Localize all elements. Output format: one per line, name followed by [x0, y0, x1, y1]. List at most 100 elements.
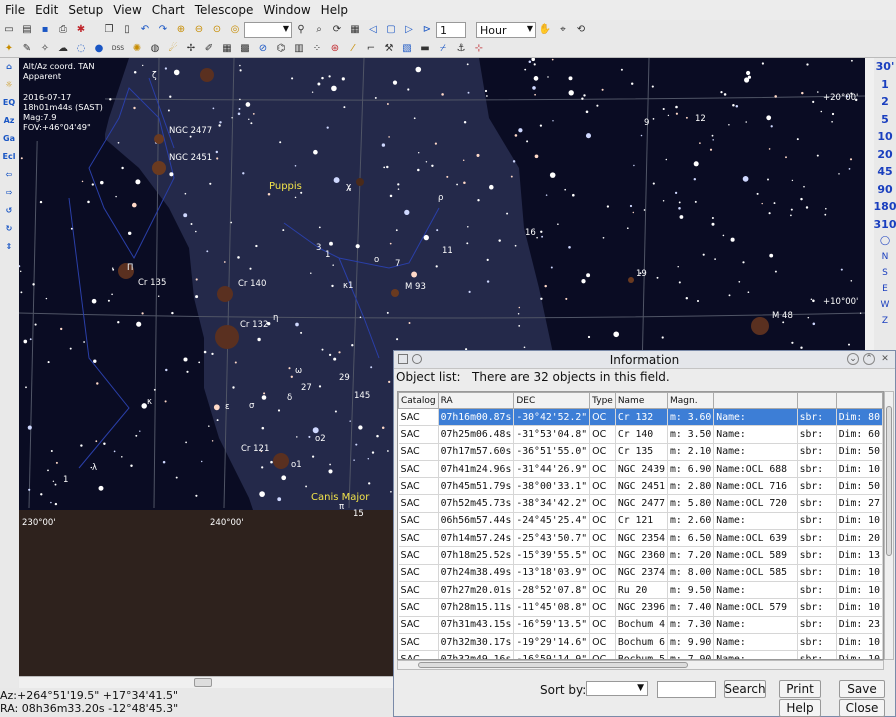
asteroid-icon[interactable]: ✢ [184, 42, 198, 56]
galaxy-icon[interactable]: ✧ [38, 42, 52, 56]
step-forward-icon[interactable]: ▷ [402, 23, 416, 37]
home-icon[interactable]: ⌂ [2, 60, 16, 74]
sort-by-select[interactable]: ▼ [586, 681, 648, 696]
projection-gal-button[interactable]: Ga [2, 132, 16, 146]
open-icon[interactable]: ▤ [20, 23, 34, 37]
table-row[interactable]: SAC 07h28m15.11s -11°45'08.8" OC NGC 2396 m: … [398, 598, 883, 617]
scale-icon[interactable]: ⌐ [364, 42, 378, 56]
table-row[interactable]: SAC 07h32m49.16s -16°59'14.9" OC Bochum 5 m: … [398, 650, 883, 659]
table-row[interactable]: SAC 07h18m25.52s -15°39'55.5" OC NGC 2360 m: … [398, 546, 883, 565]
table-row[interactable]: SAC 07h16m00.87s -30°42'52.2" OC Cr 132 m: 3.… [398, 408, 883, 427]
table-row[interactable]: SAC 07h25m06.48s -31°53'04.8" OC Cr 140 m: 3.… [398, 425, 883, 444]
zoom-30min-button[interactable]: 30' [876, 58, 895, 76]
window-icon[interactable]: ▯ [120, 23, 134, 37]
telescope-icon[interactable]: ⌿ [436, 42, 450, 56]
zoom-10-button[interactable]: 10 [877, 128, 892, 146]
object-table[interactable]: Catalog RA DEC Type Name Magn. SAC 07h16m… [397, 391, 884, 660]
search-input[interactable] [657, 681, 716, 698]
fast-forward-icon[interactable]: ⊳ [420, 23, 434, 37]
save-icon[interactable]: ▪ [38, 23, 52, 37]
col-name[interactable]: Name [614, 392, 669, 409]
view-west-button[interactable]: W [881, 297, 890, 313]
grid-altaz-icon[interactable]: ▩ [238, 42, 252, 56]
menu-help[interactable]: Help [316, 3, 353, 17]
flip-icon[interactable]: ▬ [418, 42, 432, 56]
redo-icon[interactable]: ↷ [156, 23, 170, 37]
nebula-icon[interactable]: ☁ [56, 42, 70, 56]
close-button[interactable]: Close [839, 699, 885, 717]
col-extra2[interactable] [796, 392, 837, 409]
view-north-button[interactable]: N [882, 249, 889, 265]
maximize-icon[interactable]: ⌃ [863, 353, 875, 365]
zoom-1-button[interactable]: 1 [881, 76, 889, 94]
col-extra3[interactable] [835, 392, 883, 409]
zoom-in-icon[interactable]: ⊕ [174, 23, 188, 37]
sun-icon[interactable]: ☼ [2, 78, 16, 92]
arrow-left-icon[interactable]: ⇦ [2, 168, 16, 182]
table-row[interactable]: SAC 07h52m45.73s -38°34'42.2" OC NGC 2477 m: … [398, 494, 883, 513]
zoom-180-button[interactable]: 180 [874, 198, 896, 216]
menu-window[interactable]: Window [258, 3, 315, 17]
window-titlebar[interactable]: Information ⌄ ⌃ ✕ [394, 351, 895, 369]
menu-file[interactable]: File [0, 3, 30, 17]
save-button[interactable]: Save [839, 680, 885, 698]
zoom-combo[interactable]: ▼ [244, 22, 292, 38]
table-row[interactable]: SAC 07h17m57.60s -36°51'55.0" OC Cr 135 m: 2.… [398, 443, 883, 461]
zoom-20-button[interactable]: 20 [877, 146, 892, 164]
chart-horizontal-scrollbar[interactable] [19, 676, 393, 688]
table-row[interactable]: SAC 06h56m57.44s -24°45'25.4" OC Cr 121 m: 2.… [398, 512, 883, 531]
grid-eq-icon[interactable]: ▦ [220, 42, 234, 56]
projection-az-button[interactable]: Az [2, 114, 16, 128]
col-extra1[interactable] [713, 392, 798, 409]
help-button[interactable]: Help [779, 699, 821, 717]
table-row[interactable]: SAC 07h41m24.96s -31°44'26.9" OC NGC 2439 m: … [398, 460, 883, 479]
col-type[interactable]: Type [589, 392, 616, 409]
col-catalog[interactable]: Catalog [398, 392, 439, 409]
pen-icon[interactable]: ✐ [202, 42, 216, 56]
table-row[interactable]: SAC 07h31m43.15s -16°59'13.5" OC Bochum 4 m: … [398, 616, 883, 634]
view-east-button[interactable]: E [882, 281, 888, 297]
zoom-310-button[interactable]: 310 [874, 216, 896, 234]
globe-icon[interactable]: ◯ [880, 233, 890, 249]
brush-icon[interactable]: ✎ [20, 42, 34, 56]
calendar-icon[interactable]: ▦ [348, 23, 362, 37]
dss-icon[interactable]: DSS [110, 42, 126, 56]
scroll-thumb[interactable] [886, 406, 892, 556]
binoculars-icon[interactable]: ⚲ [294, 23, 308, 37]
names-icon[interactable]: ⁘ [310, 42, 324, 56]
eyepiece-icon[interactable]: ⚒ [382, 42, 396, 56]
new-chart-icon[interactable]: ▭ [2, 23, 16, 37]
menu-setup[interactable]: Setup [63, 3, 108, 17]
planet-icon[interactable]: ◍ [148, 42, 162, 56]
star-icon[interactable]: ✦ [2, 42, 16, 56]
zoom-fit-icon[interactable]: ⊙ [210, 23, 224, 37]
image-icon[interactable]: ▧ [400, 42, 414, 56]
flip-vertical-icon[interactable]: ⇕ [2, 240, 16, 254]
col-ra[interactable]: RA [437, 392, 515, 409]
table-horizontal-scrollbar[interactable] [397, 660, 884, 670]
bulb-icon[interactable]: ✺ [130, 42, 144, 56]
print-icon[interactable]: ⎙ [56, 23, 70, 37]
pin-icon[interactable] [412, 354, 422, 364]
close-icon[interactable]: ✕ [879, 353, 891, 365]
hand-icon[interactable]: ✋ [538, 23, 552, 37]
constellation-icon[interactable]: ⌬ [274, 42, 288, 56]
zoom-select-icon[interactable]: ◎ [228, 23, 242, 37]
table-row[interactable]: SAC 07h27m20.01s -28°52'07.8" OC Ru 20 m: 9.5… [398, 581, 883, 600]
col-dec[interactable]: DEC [513, 392, 591, 409]
label-icon[interactable]: ⊛ [328, 42, 342, 56]
target-icon[interactable]: ⌖ [556, 23, 570, 37]
table-row[interactable]: SAC 07h14m57.24s -25°43'50.7" OC NGC 2354 m: … [398, 529, 883, 548]
view-south-button[interactable]: S [882, 265, 888, 281]
rotate-right-icon[interactable]: ↻ [2, 222, 16, 236]
col-magn[interactable]: Magn. [666, 392, 715, 409]
window-menu-icon[interactable] [398, 354, 408, 364]
scroll-thumb[interactable] [418, 662, 688, 668]
zoom-90-button[interactable]: 90 [877, 181, 892, 199]
zoom-2-button[interactable]: 2 [881, 93, 889, 111]
step-count-field[interactable]: 1 [436, 22, 466, 38]
zoom-5-button[interactable]: 5 [881, 111, 889, 129]
projection-ecl-button[interactable]: Ecl [2, 150, 16, 164]
stop-icon[interactable]: ▢ [384, 23, 398, 37]
table-row[interactable]: SAC 07h24m38.49s -13°18'03.9" OC NGC 2374 m: … [398, 564, 883, 582]
